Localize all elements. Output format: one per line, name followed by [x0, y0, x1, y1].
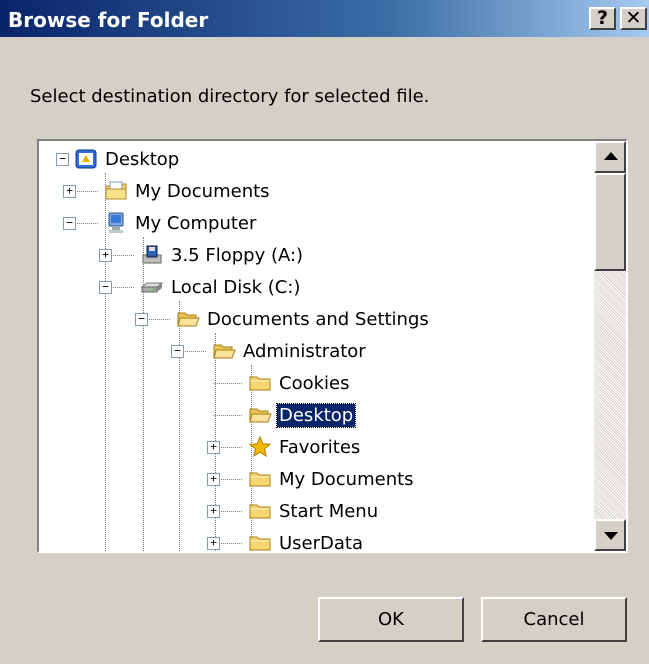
tree-item[interactable]: 3.5 Floppy (A:) [140, 240, 305, 270]
my-computer-icon [104, 211, 128, 235]
tree-item[interactable]: My Documents [104, 176, 272, 206]
tree-item[interactable]: My Computer [104, 208, 258, 238]
tree-item-label: UserData [279, 532, 364, 552]
title-bar[interactable]: Browse for Folder ? ✕ [0, 0, 649, 37]
scroll-thumb[interactable] [594, 173, 626, 271]
expand-icon[interactable]: + [63, 185, 76, 198]
tree-item-label: Administrator [243, 340, 366, 362]
folder-tree[interactable]: − Desktop + My Documents − My Computer +3.5 Fl… [37, 139, 628, 553]
down-arrow-icon [604, 532, 618, 540]
scroll-down-button[interactable] [594, 519, 626, 551]
floppy-drive-icon [140, 243, 164, 267]
tree-item-label: 3.5 Floppy (A:) [171, 244, 304, 266]
help-button[interactable]: ? [589, 7, 616, 30]
desktop-icon [74, 147, 98, 171]
collapse-icon[interactable]: − [63, 217, 76, 230]
folder-icon [248, 371, 272, 395]
tree-item[interactable]: Start Menu [248, 496, 380, 526]
folder-icon [248, 499, 272, 523]
tree-item-label: My Documents [279, 468, 414, 490]
folder-open-icon [176, 307, 200, 331]
tree-connector-line [213, 383, 242, 384]
tree-item-label: Start Menu [279, 500, 379, 522]
collapse-icon[interactable]: − [56, 153, 69, 166]
collapse-icon[interactable]: − [135, 313, 148, 326]
tree-item[interactable]: Cookies [248, 368, 351, 398]
cancel-button[interactable]: Cancel [481, 597, 627, 642]
scroll-up-button[interactable] [594, 141, 626, 173]
expand-icon[interactable]: + [99, 249, 112, 262]
expand-icon[interactable]: + [207, 505, 220, 518]
tree-item[interactable]: Local Disk (C:) [140, 272, 302, 302]
tree-item-label: Local Disk (C:) [171, 276, 301, 298]
folder-tree-viewport: − Desktop + My Documents − My Computer +3.5 Fl… [39, 141, 594, 551]
vertical-scrollbar[interactable] [594, 141, 626, 551]
collapse-icon[interactable]: − [171, 345, 184, 358]
ok-button[interactable]: OK [318, 597, 464, 642]
tree-item[interactable]: Administrator [212, 336, 368, 366]
folder-icon [248, 467, 272, 491]
tree-item-label: Favorites [279, 436, 361, 458]
tree-item-label: My Documents [135, 180, 270, 202]
tree-item[interactable]: My Documents [248, 464, 416, 494]
tree-connector-line [213, 415, 242, 416]
folder-icon [248, 531, 272, 551]
tree-guide-line [179, 301, 180, 551]
tree-item[interactable]: Desktop [248, 400, 357, 430]
tree-item[interactable]: Desktop [74, 144, 181, 174]
tree-item[interactable]: UserData [248, 528, 365, 551]
tree-item-label: Cookies [279, 372, 350, 394]
up-arrow-icon [604, 152, 618, 160]
tree-item[interactable]: Favorites [248, 432, 362, 462]
hard-disk-icon [140, 275, 164, 299]
close-button[interactable]: ✕ [620, 7, 647, 30]
browse-for-folder-dialog: Browse for Folder ? ✕ Select destination… [0, 0, 649, 664]
tree-item-label: Documents and Settings [207, 308, 429, 330]
expand-icon[interactable]: + [207, 441, 220, 454]
tree-item-label: Desktop [275, 402, 357, 428]
tree-item-label: Desktop [105, 148, 180, 170]
expand-icon[interactable]: + [207, 473, 220, 486]
tree-item-label: My Computer [135, 212, 257, 234]
favorites-star-icon [248, 435, 272, 459]
my-documents-icon [104, 179, 128, 203]
folder-open-icon [212, 339, 236, 363]
tree-item[interactable]: Documents and Settings [176, 304, 431, 334]
instruction-text: Select destination directory for selecte… [30, 86, 430, 107]
folder-open-icon [248, 403, 272, 427]
expand-icon[interactable]: + [207, 537, 220, 550]
window-title: Browse for Folder [8, 8, 209, 32]
collapse-icon[interactable]: − [99, 281, 112, 294]
